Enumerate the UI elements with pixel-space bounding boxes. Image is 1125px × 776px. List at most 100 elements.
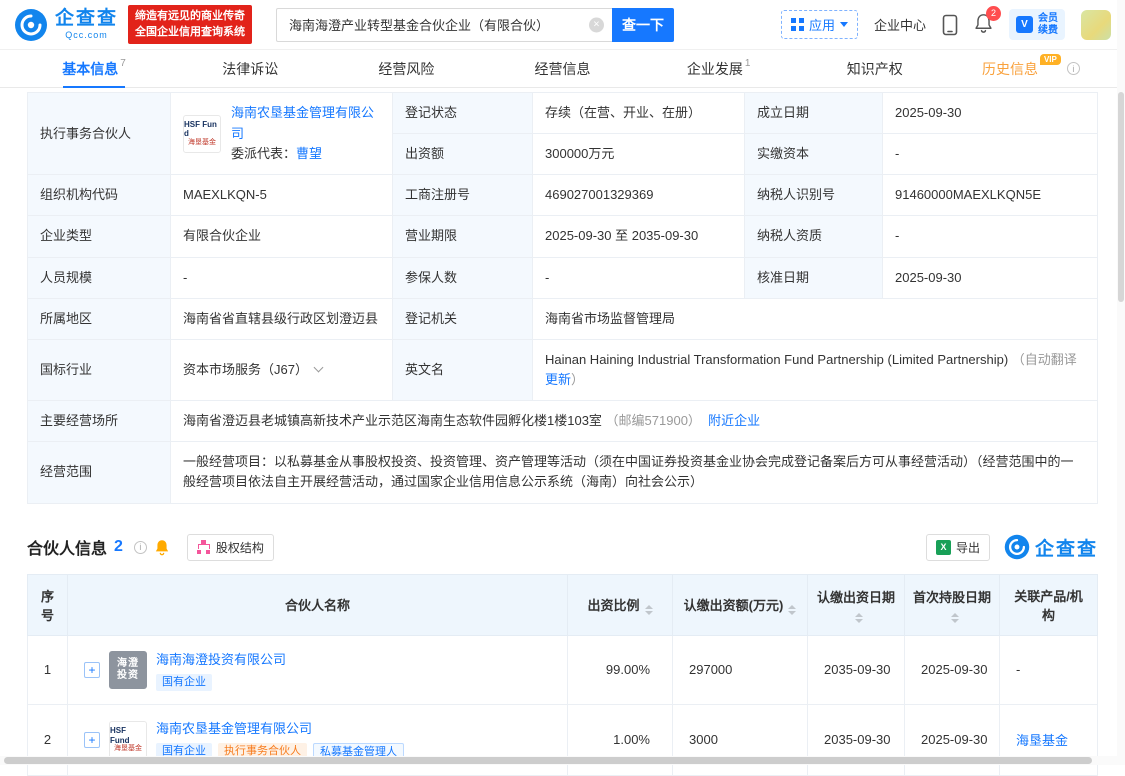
col-amount[interactable]: 认缴出资额(万元)	[672, 573, 808, 636]
sort-subscribe-date-icon[interactable]	[854, 612, 863, 623]
partner-1-logo: 海澄 投资	[109, 650, 147, 689]
tab-operation[interactable]: 经营信息	[484, 50, 640, 87]
industry-expand-icon[interactable]	[313, 362, 324, 373]
established-date-value: 2025-09-30	[882, 91, 1098, 135]
reg-authority-value: 海南省市场监督管理局	[532, 297, 1098, 340]
sort-ratio-icon[interactable]	[644, 604, 653, 615]
partners-count: 2	[114, 538, 123, 556]
col-related: 关联产品/机构	[999, 573, 1098, 636]
partner-1-logo-line2: 投资	[117, 669, 139, 681]
english-name-label: 英文名	[392, 338, 533, 402]
expand-row-button[interactable]: +	[84, 731, 100, 748]
vip-renew-button[interactable]: V 会员 续费	[1009, 9, 1065, 40]
mobile-icon	[942, 14, 958, 35]
partner-1-link[interactable]: 海南海澄投资有限公司	[156, 649, 286, 668]
reg-status-label: 登记状态	[392, 91, 533, 135]
delegate-link[interactable]: 曹望	[296, 146, 322, 161]
tab-development[interactable]: 企业发展 1	[641, 50, 797, 87]
tab-basic-info-badge: 7	[120, 58, 126, 69]
translate-note-suffix: ）	[571, 371, 585, 387]
horizontal-scrollbar-thumb[interactable]	[4, 757, 1092, 764]
english-name-cell: Hainan Haining Industrial Transformation…	[532, 338, 1098, 402]
apps-label: 应用	[808, 18, 835, 33]
export-button[interactable]: X 导出	[925, 533, 990, 561]
reg-status-value: 存续（在营、开业、在册）	[532, 91, 745, 135]
business-term-value: 2025-09-30 至 2035-09-30	[532, 215, 745, 258]
excel-icon: X	[935, 539, 951, 555]
paid-capital-label: 实缴资本	[744, 133, 883, 176]
col-name: 合伙人名称	[67, 573, 568, 636]
col-first-hold-date[interactable]: 首次持股日期	[904, 573, 1000, 636]
slogan-line1: 缔造有远见的商业传奇	[135, 9, 246, 22]
vertical-scrollbar-thumb[interactable]	[1118, 92, 1124, 302]
tab-basic-info-label: 基本信息	[62, 60, 119, 77]
partners-table-header-row: 序号 合伙人名称 出资比例 认缴出资额(万元) 认缴出资日期 首次持股日期 关联…	[27, 573, 1098, 636]
partners-alert-bell-icon[interactable]	[154, 539, 170, 556]
user-avatar[interactable]	[1081, 9, 1111, 40]
partner-2-link[interactable]: 海南农垦基金管理有限公司	[156, 718, 404, 737]
tab-legal[interactable]: 法律诉讼	[172, 50, 328, 87]
executive-partner-cell: HSF Fund 海垦基金 海南农垦基金管理有限公司 委派代表：曹望	[170, 91, 393, 176]
vertical-scrollbar[interactable]	[1117, 0, 1125, 765]
industry-value: 资本市场服务（J67）	[183, 361, 308, 377]
col-ratio[interactable]: 出资比例	[567, 573, 673, 636]
paid-capital-value: -	[882, 133, 1098, 176]
english-name-value: Hainan Haining Industrial Transformation…	[545, 351, 1009, 367]
tab-history[interactable]: 历史信息 VIP i	[953, 50, 1109, 87]
partner-1-subscribe-date: 2035-09-30	[807, 634, 905, 705]
vip-renew-label: 会员 续费	[1038, 13, 1058, 36]
apps-menu-button[interactable]: 应用	[780, 10, 858, 39]
business-scope-label: 经营范围	[27, 441, 171, 504]
executive-partner-logo: HSF Fund 海垦基金	[183, 114, 221, 153]
tab-ip[interactable]: 知识产权	[797, 50, 953, 87]
enterprise-center-link[interactable]: 企业中心	[874, 15, 926, 34]
vip-line2: 续费	[1038, 24, 1058, 36]
industry-label: 国标行业	[27, 338, 171, 402]
basic-info-table: 执行事务合伙人 HSF Fund 海垦基金 海南农垦基金管理有限公司 委派代表：…	[27, 91, 1098, 504]
staff-size-label: 人员规模	[27, 256, 171, 299]
sort-first-hold-date-icon[interactable]	[950, 612, 959, 623]
col-ratio-label: 出资比例	[587, 597, 640, 613]
search-button[interactable]: 查一下	[612, 7, 675, 42]
qcc-logo-icon	[15, 8, 47, 41]
mobile-app-button[interactable]	[942, 14, 958, 36]
executive-partner-link[interactable]: 海南农垦基金管理有限公司	[231, 105, 374, 140]
search-input[interactable]	[276, 7, 613, 42]
region-label: 所属地区	[27, 297, 171, 340]
business-term-label: 营业期限	[392, 215, 533, 258]
translate-update-link[interactable]: 更新	[545, 372, 571, 387]
vip-line1: 会员	[1038, 13, 1058, 24]
col-subscribe-date[interactable]: 认缴出资日期	[807, 573, 905, 636]
partners-title: 合伙人信息	[27, 541, 108, 559]
tab-history-vip-badge: VIP	[1039, 54, 1061, 65]
apps-grid-icon	[790, 18, 804, 31]
expand-row-button[interactable]: +	[84, 661, 100, 678]
partner-1-no: 1	[27, 634, 68, 705]
partner-2-related-link[interactable]: 海垦基金	[1016, 733, 1068, 748]
qcc-watermark: 企查查	[1004, 534, 1098, 561]
address-postal: （邮编571900）	[605, 413, 701, 429]
partner-2-logo: HSF Fund 海垦基金	[109, 720, 147, 759]
tab-risk[interactable]: 经营风险	[328, 50, 484, 87]
address-value: 海南省澄迈县老城镇高新技术产业示范区海南生态软件园孵化楼1楼103室	[183, 413, 602, 429]
reg-no-label: 工商注册号	[392, 174, 533, 217]
partner-1-amount: 297000	[672, 634, 808, 705]
equity-structure-button[interactable]: 股权结构	[186, 533, 274, 561]
approval-date-value: 2025-09-30	[882, 256, 1098, 299]
approval-date-label: 核准日期	[744, 256, 883, 299]
qcc-logo[interactable]: 企查查 Qcc.com	[14, 8, 118, 42]
notification-bell[interactable]: 2	[974, 5, 1001, 37]
sort-amount-icon[interactable]	[788, 604, 797, 615]
horizontal-scrollbar[interactable]	[0, 756, 1125, 765]
nearby-companies-link[interactable]: 附近企业	[708, 413, 760, 428]
taxpayer-quality-value: -	[882, 215, 1098, 258]
search-clear-icon[interactable]: ×	[589, 17, 605, 32]
partners-header: 合伙人信息 2 i 股权结构 X 导出 企查查	[27, 533, 1098, 561]
partner-1-ratio: 99.00%	[567, 634, 673, 705]
equity-structure-icon	[196, 540, 211, 555]
equity-structure-label: 股权结构	[215, 540, 264, 555]
partner-1-tag-state-owned: 国有企业	[156, 673, 212, 691]
partner-row: 1 + 海澄 投资 海南海澄投资有限公司 国有企业 99.00% 297000 …	[27, 634, 1098, 705]
logo-en-text: Qcc.com	[65, 29, 108, 40]
tab-basic-info[interactable]: 基本信息 7	[16, 50, 172, 88]
